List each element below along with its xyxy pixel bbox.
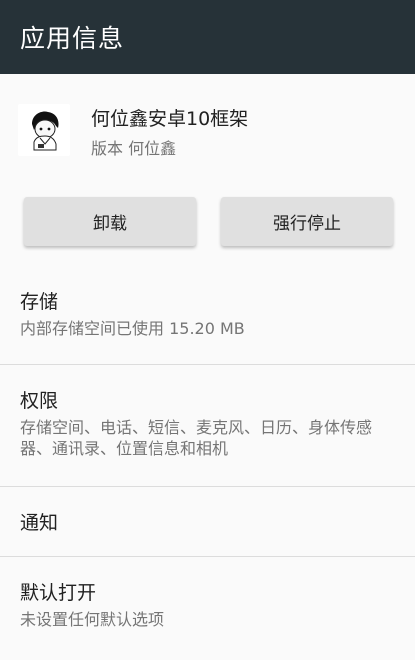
divider — [0, 364, 415, 365]
divider — [0, 486, 415, 487]
storage-item[interactable]: 存储 内部存储空间已使用 15.20 MB — [0, 287, 415, 339]
app-icon — [18, 104, 70, 156]
notifications-item[interactable]: 通知 — [0, 508, 415, 535]
uninstall-button[interactable]: 卸载 — [24, 197, 196, 246]
page-title: 应用信息 — [20, 24, 125, 53]
app-version: 版本 何位鑫 — [91, 139, 177, 158]
permissions-title: 权限 — [20, 390, 59, 412]
open-by-default-item[interactable]: 默认打开 未设置任何默认选项 — [0, 578, 415, 630]
app-name: 何位鑫安卓10框架 — [91, 108, 249, 130]
divider — [0, 556, 415, 557]
app-header: 何位鑫安卓10框架 版本 何位鑫 — [0, 74, 415, 174]
storage-title: 存储 — [20, 291, 59, 313]
force-stop-button[interactable]: 强行停止 — [221, 197, 393, 246]
storage-summary: 内部存储空间已使用 15.20 MB — [20, 319, 245, 338]
open-by-default-title: 默认打开 — [20, 582, 97, 604]
notifications-title: 通知 — [20, 512, 59, 534]
open-by-default-summary: 未设置任何默认选项 — [20, 610, 165, 629]
app-bar: 应用信息 — [0, 0, 415, 74]
permissions-item[interactable]: 权限 存储空间、电话、短信、麦克风、日历、身体传感器、通讯录、位置信息和相机 — [0, 386, 415, 459]
permissions-summary: 存储空间、电话、短信、麦克风、日历、身体传感器、通讯录、位置信息和相机 — [20, 418, 373, 458]
